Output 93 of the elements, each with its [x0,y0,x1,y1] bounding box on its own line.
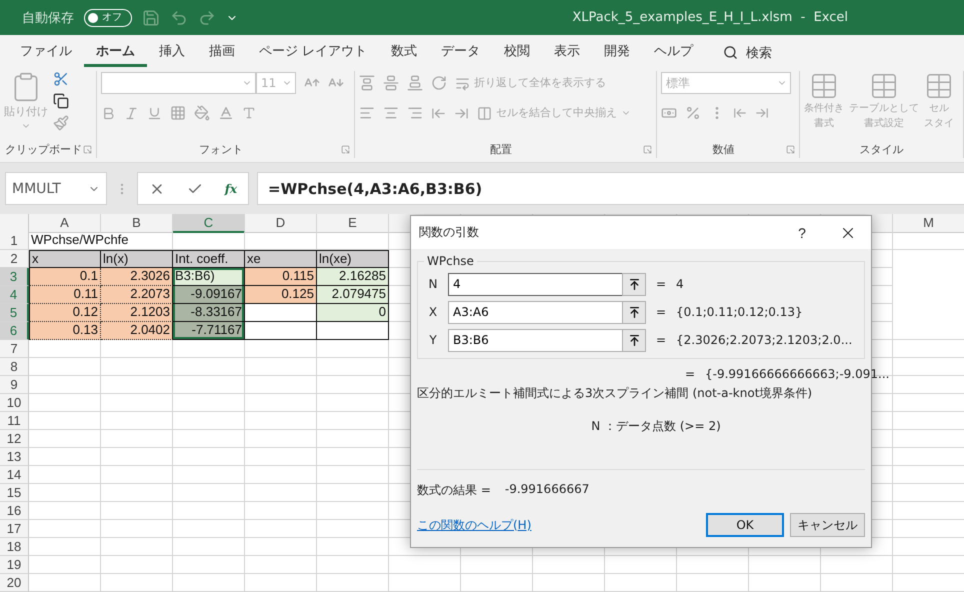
table-cell[interactable]: 0.13 [29,322,101,340]
name-box[interactable]: MMULT [5,172,107,205]
equals-sign: = [684,367,696,381]
ribbon-tab[interactable]: ページ レイアウト [247,36,380,67]
ribbon-tab[interactable]: 描画 [197,36,247,67]
table-cell[interactable]: 2.0402 [101,322,173,340]
table-cell[interactable]: 0.125 [245,286,317,304]
row-header[interactable]: 17 [0,520,29,538]
cancel-button[interactable]: キャンセル [790,513,865,537]
ribbon-tab[interactable]: 開発 [592,36,642,67]
row-header[interactable]: 1 [0,232,29,250]
argument-value: {0.1;0.11;0.12;0.13} [676,305,804,319]
table-cell[interactable]: 2.16285 [317,268,389,286]
ribbon-tab[interactable]: 数式 [379,36,430,67]
argument-name: Y [428,333,438,347]
table-cell[interactable]: 2.079475 [317,286,389,304]
row-header[interactable]: 9 [0,376,29,394]
function-name: WPchse [424,254,477,268]
row-header[interactable]: 6 [0,322,29,340]
row-header[interactable]: 12 [0,430,29,448]
argument-value: 4 [676,277,685,291]
row-header[interactable]: 11 [0,412,29,430]
group-label: クリップボード [4,142,83,156]
argument-name: X [428,305,438,319]
row-header[interactable]: 3 [0,268,29,286]
table-cell[interactable]: 0.11 [29,286,101,304]
row-header[interactable]: 13 [0,448,29,466]
table-cell[interactable]: 0.115 [245,268,317,286]
row-header[interactable]: 18 [0,538,29,556]
argument-name: N [428,277,438,291]
table-cell[interactable]: x [29,250,101,268]
function-value: {-9.99166666666663;-9.091... [705,367,890,381]
table-cell[interactable]: ln(xe) [317,250,389,268]
ribbon-tab[interactable]: データ [429,36,492,67]
row-header[interactable]: 5 [0,304,29,322]
ribbon-tab[interactable]: 校閲 [492,36,542,67]
column-header[interactable]: A [29,214,101,233]
dialog-title: 関数の引数 [419,224,480,241]
table-cell[interactable]: xe [245,250,317,268]
ribbon-tab[interactable]: ヘルプ [642,36,706,67]
row-header[interactable]: 4 [0,286,29,304]
equals-sign: = [654,305,668,319]
table-cell[interactable]: -8.33167 [173,304,245,322]
table-cell[interactable]: 2.1203 [101,304,173,322]
group-label: フォント [198,142,244,156]
search-button[interactable]: 検索 [705,38,784,66]
ribbon-tab[interactable]: ファイル [8,36,84,67]
ok-button[interactable]: OK [706,513,784,537]
equals-sign: = [654,277,668,291]
table-cell[interactable]: 0.12 [29,304,101,322]
table-cell[interactable]: ln(x) [101,250,173,268]
argument-field[interactable]: A3:A6 [448,300,622,324]
argument-field[interactable]: 4 [448,272,622,296]
row-header[interactable]: 19 [0,556,29,574]
formula-result: -9.991666667 [504,482,590,498]
column-header[interactable]: B [101,214,173,233]
group-label: スタイル [858,142,904,156]
table-cell[interactable]: -9.09167 [173,286,245,304]
table-cell[interactable]: 2.3026 [101,268,173,286]
column-header[interactable]: C [173,214,245,233]
formula-result-label: 数式の結果 = [417,482,491,499]
autosave-toggle[interactable]: オフ [84,8,132,26]
row-header[interactable]: 14 [0,466,29,484]
column-header[interactable]: E [317,214,389,233]
function-description: 区分的エルミート補間式による3次スプライン補間 (not-a-knot境界条件) [417,385,814,402]
row-header[interactable]: 15 [0,484,29,502]
table-cell[interactable]: 0 [317,304,389,322]
table-cell[interactable]: B3:B6) [173,268,245,286]
table-cell[interactable]: 0.1 [29,268,101,286]
insert-function-button[interactable]: fx [224,182,238,196]
ribbon-tab[interactable]: 挿入 [147,36,197,67]
row-header[interactable]: 10 [0,394,29,412]
row-header[interactable]: 7 [0,340,29,358]
row-header[interactable]: 2 [0,250,29,268]
column-header[interactable]: D [245,214,317,233]
row-header[interactable]: 20 [0,574,29,592]
argument-description: N ：データ点数 (>= 2) [590,418,722,435]
ribbon-tab[interactable]: 表示 [542,36,592,67]
table-cell[interactable]: Int. coeff. [173,250,245,268]
window-title: XLPack_5_examples_E_H_I_L.xlsm - Excel [571,10,849,25]
row-header[interactable]: 16 [0,502,29,520]
row-header[interactable]: 8 [0,358,29,376]
column-header[interactable]: M [893,214,964,233]
equals-sign: = [654,333,668,347]
formula-field[interactable]: =WPchse(4,A3:A6,B3:B6) [257,172,964,205]
argument-value: {2.3026;2.2073;2.1203;2.0... [676,333,854,347]
autosave-label: 自動保存 [22,10,74,26]
table-cell[interactable]: 2.2073 [101,286,173,304]
help-link[interactable]: この関数のヘルプ(H) [417,516,700,534]
group-label: 数値 [712,142,736,156]
argument-field[interactable]: B3:B6 [448,328,622,352]
group-label: 配置 [489,142,513,156]
table-cell[interactable]: -7.71167 [173,322,245,340]
